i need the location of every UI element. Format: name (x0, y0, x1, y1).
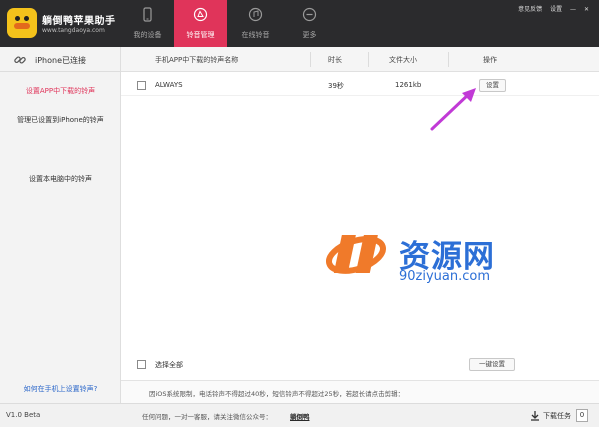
minimize-button[interactable]: — (570, 6, 576, 13)
column-header-duration: 时长 (328, 56, 342, 64)
close-button[interactable]: ✕ (584, 6, 589, 13)
tab-label: 更多 (302, 31, 317, 39)
feedback-link[interactable]: 意见反馈 (518, 6, 542, 13)
select-all-checkbox[interactable] (137, 360, 146, 369)
status-bar: V1.0 Beta 任何问题，一对一客服，请关注微信公众号： 躺倒鸭 下载任务 … (0, 403, 599, 427)
contact-text: 任何问题，一对一客服，请关注微信公众号： (142, 413, 272, 421)
column-header-action: 操作 (483, 56, 497, 64)
sidebar-item-manage-iphone-ringtones[interactable]: 管理已设置到iPhone的铃声 (0, 115, 121, 125)
brand-name: 躺倒鸭苹果助手 (42, 16, 116, 27)
main-panel: 手机APP中下载的铃声名称 时长 文件大小 操作 ALWAYS 39秒 1261… (121, 47, 599, 403)
table-row: ALWAYS 39秒 1261kb 设置 (121, 74, 599, 96)
one-click-set-button[interactable]: 一键设置 (469, 358, 515, 371)
connection-status: iPhone已连接 (0, 47, 121, 72)
settings-link[interactable]: 设置 (550, 6, 562, 13)
help-link[interactable]: 如何在手机上设置铃声? (0, 384, 121, 394)
watermark-url: 90ziyuan.com (399, 269, 491, 284)
ringtone-size: 1261kb (395, 81, 422, 89)
ringtone-name: ALWAYS (155, 81, 183, 89)
set-ringtone-button[interactable]: 设置 (479, 79, 506, 92)
tab-label: 铃音管理 (186, 31, 215, 39)
sidebar-item-app-ringtones[interactable]: 设置APP中下载的铃声 (0, 86, 121, 96)
download-tasks-label[interactable]: 下载任务 (543, 411, 571, 421)
tab-my-device[interactable]: 我的设备 (121, 0, 174, 47)
sidebar-item-pc-ringtones[interactable]: 设置本电脑中的铃声 (0, 174, 121, 184)
ringtone-duration: 39秒 (328, 82, 344, 90)
link-icon (14, 56, 26, 64)
column-header-name: 手机APP中下载的铃声名称 (155, 56, 239, 64)
tab-more[interactable]: 更多 (283, 0, 336, 47)
tab-ringtone-management[interactable]: 铃音管理 (174, 0, 227, 47)
app-header: 躺倒鸭苹果助手 www.tangdaoya.com 我的设备 铃音管理 在线铃音… (0, 0, 599, 47)
sidebar: iPhone已连接 设置APP中下载的铃声 管理已设置到iPhone的铃声 设置… (0, 47, 121, 403)
phone-icon (143, 7, 152, 22)
brand-url: www.tangdaoya.com (42, 27, 105, 34)
ringtone-icon (193, 7, 208, 22)
column-header-size: 文件大小 (389, 56, 417, 64)
download-icon (531, 411, 539, 421)
select-all-label: 选择全部 (155, 361, 183, 369)
annotation-arrow-icon (430, 88, 476, 131)
watermark: 资源网 90ziyuan.com (326, 225, 494, 287)
table-header: 手机APP中下载的铃声名称 时长 文件大小 操作 (121, 47, 599, 72)
tab-online-ringtones[interactable]: 在线铃音 (229, 0, 282, 47)
row-checkbox[interactable] (137, 81, 146, 90)
tab-label: 在线铃音 (241, 31, 270, 39)
ios-limit-notice: 因iOS系统限制，电话铃声不得超过40秒，短信铃声不得超过25秒，若超长请点击剪… (149, 390, 405, 398)
wechat-account-link[interactable]: 躺倒鸭 (290, 411, 310, 421)
version-label: V1.0 Beta (6, 411, 41, 419)
notice-bar: 因iOS系统限制，电话铃声不得超过40秒，短信铃声不得超过25秒，若超长请点击剪… (121, 380, 599, 403)
more-icon (302, 7, 317, 22)
connection-label: iPhone已连接 (35, 56, 87, 65)
app-logo (7, 8, 37, 38)
top-links: 意见反馈 设置 — ✕ (512, 4, 589, 13)
tab-label: 我的设备 (133, 31, 162, 39)
download-count-badge: 0 (576, 409, 588, 422)
bottom-actions: 选择全部 一键设置 (121, 353, 599, 373)
watermark-logo-icon (326, 235, 386, 274)
music-note-icon (248, 7, 263, 22)
